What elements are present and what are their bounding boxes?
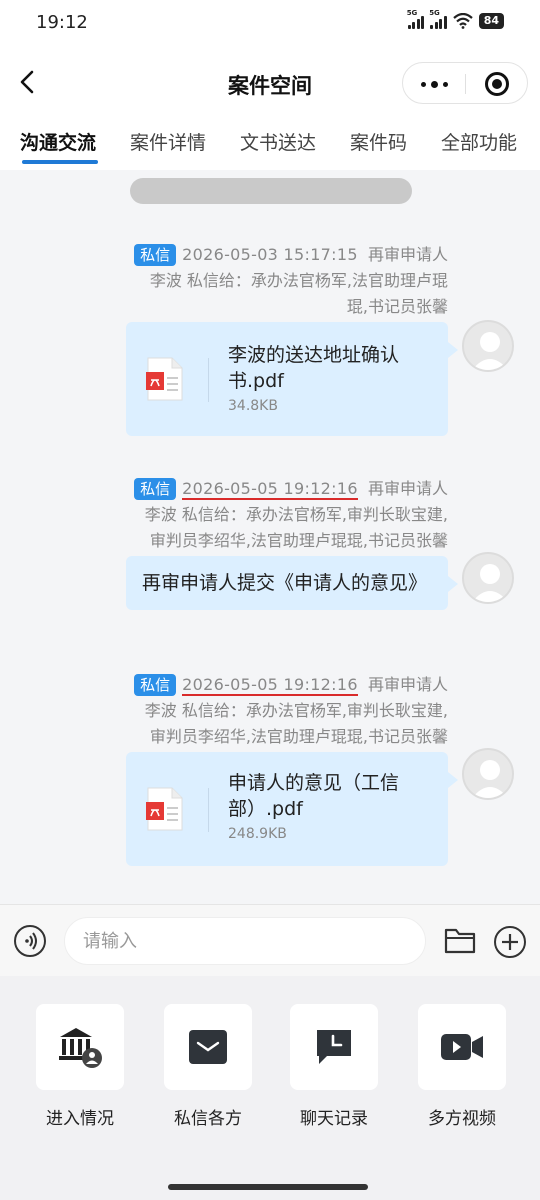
message-timestamp: 2026-05-03 15:17:15 <box>182 245 358 264</box>
wifi-icon <box>452 13 473 29</box>
message-header-line: 私信 2026-05-05 19:12:16 再审申请人 <box>134 476 448 502</box>
status-time: 19:12 <box>36 12 88 33</box>
message-meta: 私信 2026-05-05 19:12:16 再审申请人 李波 私信给：承办法官杨… <box>134 672 448 750</box>
tab-document-delivery[interactable]: 文书送达 <box>240 128 316 155</box>
file-size: 34.8KB <box>228 398 278 414</box>
signal-label: 5G <box>406 9 418 17</box>
user-avatar-icon <box>472 760 508 798</box>
file-separator <box>208 358 209 402</box>
function-label: 进入情况 <box>46 1109 114 1129</box>
pdf-file-icon <box>146 787 183 831</box>
function-label: 私信各方 <box>174 1109 242 1129</box>
recipients-line: 审判员李绍华,法官助理卢琨琨,书记员张馨 <box>149 727 448 746</box>
file-name: 李波的送达地址确认书.pdf <box>228 344 400 392</box>
function-private-message[interactable]: 私信各方 <box>164 1004 252 1129</box>
signal-icon: 5G <box>429 9 447 29</box>
recipients-line: 李波 私信给：承办法官杨军,法官助理卢琨 <box>149 271 448 290</box>
message-header-line: 私信 2026-05-03 15:17:15 再审申请人 <box>134 242 448 268</box>
user-avatar-icon <box>472 332 508 370</box>
status-bar: 19:12 5G 5G 84 <box>0 0 540 44</box>
file-size: 248.9KB <box>228 826 287 842</box>
plus-circle-icon[interactable] <box>494 926 526 958</box>
envelope-icon <box>164 1004 252 1090</box>
mini-program-capsule <box>402 62 528 104</box>
message-header-line: 私信 2026-05-05 19:12:16 再审申请人 <box>134 672 448 698</box>
message-meta: 私信 2026-05-05 19:12:16 再审申请人 李波 私信给：承办法官杨… <box>134 476 448 554</box>
message-input[interactable] <box>64 917 426 965</box>
more-dots-icon[interactable] <box>421 81 448 88</box>
court-user-icon <box>36 1004 124 1090</box>
signal-label: 5G <box>429 9 440 17</box>
message-meta: 私信 2026-05-03 15:17:15 再审申请人 李波 私信给：承办法官杨… <box>134 242 448 320</box>
function-label: 聊天记录 <box>300 1109 368 1129</box>
input-bar <box>0 904 540 976</box>
pdf-file-icon <box>146 357 183 401</box>
system-notice-pill <box>130 178 412 204</box>
battery-icon: 84 <box>478 13 504 29</box>
avatar[interactable] <box>462 552 514 604</box>
user-avatar-icon <box>472 564 508 602</box>
file-message-bubble[interactable]: 申请人的意见（工信部）.pdf 248.9KB <box>126 752 458 866</box>
tab-bar: 沟通交流 案件详情 文书送达 案件码 全部功能 <box>0 122 540 170</box>
voice-icon[interactable] <box>14 925 46 957</box>
tab-all-functions[interactable]: 全部功能 <box>441 128 517 155</box>
active-tab-indicator <box>22 160 98 164</box>
avatar[interactable] <box>462 748 514 800</box>
chat-clock-icon <box>290 1004 378 1090</box>
private-message-tag: 私信 <box>134 244 177 266</box>
function-enter-status[interactable]: 进入情况 <box>36 1004 124 1129</box>
private-message-tag: 私信 <box>134 674 177 696</box>
signal-icon: 5G <box>407 9 425 29</box>
video-camera-icon <box>418 1004 506 1090</box>
function-chat-history[interactable]: 聊天记录 <box>290 1004 378 1129</box>
chat-area[interactable]: 私信 2026-05-03 15:17:15 再审申请人 李波 私信给：承办法官杨… <box>0 170 540 904</box>
function-multi-video[interactable]: 多方视频 <box>418 1004 506 1129</box>
recipients-line: 审判员李绍华,法官助理卢琨琨,书记员张馨 <box>149 531 448 550</box>
private-message-tag: 私信 <box>134 478 177 500</box>
folder-icon[interactable] <box>444 925 476 955</box>
capsule-divider <box>465 74 466 94</box>
status-icons: 5G 5G 84 <box>407 9 504 29</box>
home-indicator[interactable] <box>168 1184 368 1190</box>
file-name: 申请人的意见（工信部）.pdf <box>228 772 400 820</box>
tab-case-details[interactable]: 案件详情 <box>130 128 206 155</box>
message-timestamp: 2026-05-05 19:12:16 <box>182 479 358 500</box>
function-panel: 进入情况 私信各方 聊天记录 多方视频 <box>0 976 540 1200</box>
sender-role: 再审申请人 <box>367 245 448 264</box>
recipients-line: 李波 私信给：承办法官杨军,审判长耿宝建, <box>144 505 448 524</box>
sender-role: 再审申请人 <box>367 479 448 498</box>
avatar[interactable] <box>462 320 514 372</box>
recipients-line: 琨,书记员张馨 <box>346 297 448 316</box>
header: 案件空间 <box>0 44 540 122</box>
tab-case-code[interactable]: 案件码 <box>350 128 407 155</box>
target-circle-icon[interactable] <box>485 72 509 96</box>
tab-communication[interactable]: 沟通交流 <box>20 128 96 155</box>
file-separator <box>208 788 209 832</box>
function-label: 多方视频 <box>428 1109 496 1129</box>
recipients-line: 李波 私信给：承办法官杨军,审判长耿宝建, <box>144 701 448 720</box>
sender-role: 再审申请人 <box>367 675 448 694</box>
file-message-bubble[interactable]: 李波的送达地址确认书.pdf 34.8KB <box>126 322 458 436</box>
message-timestamp: 2026-05-05 19:12:16 <box>182 675 358 696</box>
text-message-bubble[interactable]: 再审申请人提交《申请人的意见》 <box>126 556 458 610</box>
